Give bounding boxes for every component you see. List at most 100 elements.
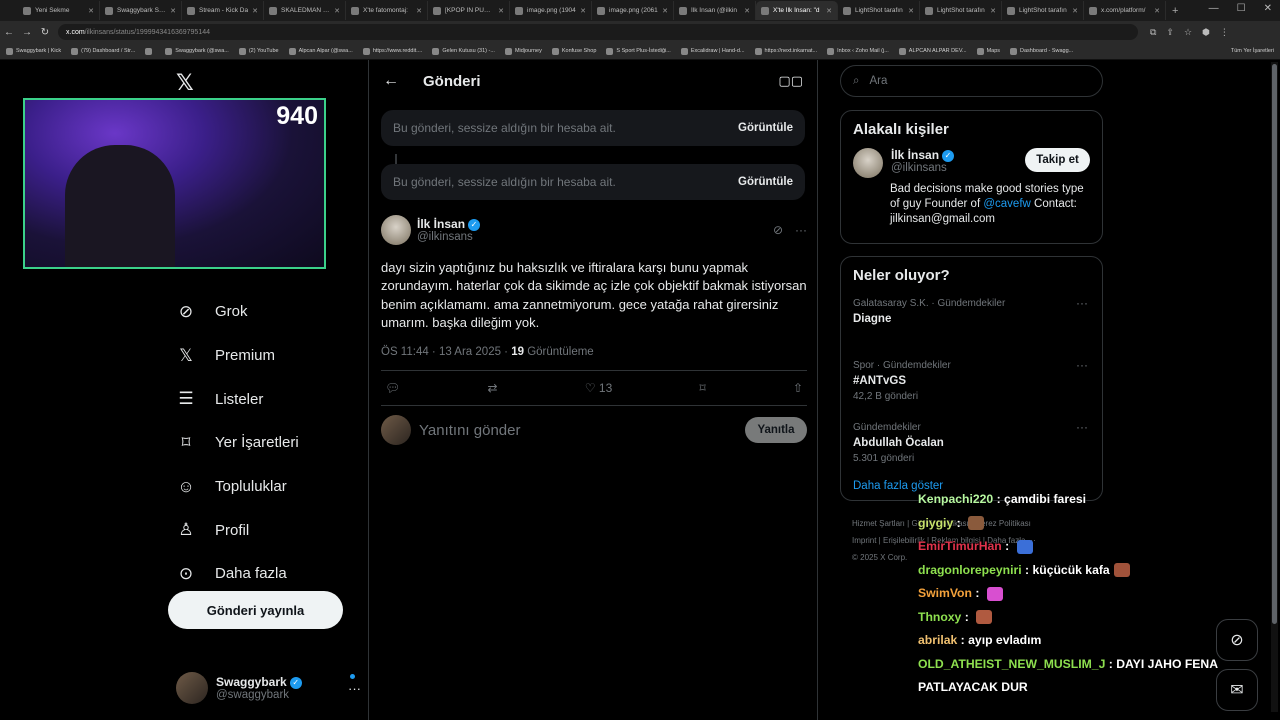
share-icon[interactable]: ⇪ xyxy=(1166,27,1174,38)
scrollbar-thumb[interactable] xyxy=(1272,64,1277,624)
bookmark-item[interactable]: Excalidraw | Hand-d... xyxy=(680,47,745,55)
bookmark-item[interactable]: Midjourney xyxy=(504,47,542,55)
close-tab-icon[interactable]: ✕ xyxy=(170,7,176,15)
back-nav-icon[interactable]: ← xyxy=(0,27,18,38)
bookmark-item[interactable] xyxy=(145,47,155,55)
close-tab-icon[interactable]: ✕ xyxy=(908,7,914,15)
bookmark-item[interactable]: Swaggybark | Kick xyxy=(6,47,61,55)
bio-link[interactable]: @cavefw xyxy=(983,198,1030,210)
browser-tab[interactable]: LightShot tarafın ✕ xyxy=(1002,1,1084,20)
bookmark-item[interactable]: Gelen Kutusu (31) -... xyxy=(432,47,495,55)
maximize-icon[interactable]: ☐ xyxy=(1237,3,1246,14)
reply-input[interactable]: Yanıtını gönder xyxy=(419,422,520,439)
close-tab-icon[interactable]: ✕ xyxy=(88,7,94,15)
close-tab-icon[interactable]: ✕ xyxy=(1072,7,1078,15)
browser-tab[interactable]: X'te İlk İnsan: "d ✕ xyxy=(756,1,838,20)
search-input[interactable]: ⌕ Ara xyxy=(840,65,1103,97)
grok-fab-icon[interactable]: ⊘ xyxy=(1216,619,1258,661)
account-switcher[interactable]: Swaggybark ✓ @swaggybark ··· xyxy=(176,670,361,706)
all-bookmarks-link[interactable]: Tüm Yer İşaretleri xyxy=(1231,48,1274,54)
x-logo-icon[interactable]: 𝕏 xyxy=(176,70,194,96)
bookmark-item[interactable]: Inbox ‹ Zoho Mail (j... xyxy=(827,47,889,55)
browser-tab[interactable]: İlk İnsan (@ilkin ✕ xyxy=(674,1,756,20)
view-button[interactable]: Görüntüle xyxy=(738,122,793,134)
related-handle[interactable]: @ilkinsans xyxy=(891,162,954,174)
address-bar[interactable]: x.com/ilkinsans/status/19999434163697951… xyxy=(58,24,1138,40)
tweet-author-handle[interactable]: @ilkinsans xyxy=(417,231,480,243)
more-dots-icon[interactable]: ··· xyxy=(348,681,361,696)
post-button[interactable]: Gönderi yayınla xyxy=(168,591,343,629)
browser-tab[interactable]: LightShot tarafın ✕ xyxy=(838,1,920,20)
trend-item[interactable]: Galatasaray S.K. · Gündemdekiler Diagne ··… xyxy=(841,290,1102,352)
avatar[interactable] xyxy=(381,215,411,245)
bookmark-item[interactable]: Alpcan Alpar (@swa... xyxy=(288,47,353,55)
grok-icon[interactable]: ⊘ xyxy=(773,223,783,237)
nav-item-grok[interactable]: ⊘ Grok xyxy=(175,290,365,334)
tweet-time[interactable]: ÖS 11:44 · 13 Ara 2025 · xyxy=(381,346,508,358)
bookmark-icon[interactable]: ⌑ xyxy=(700,381,706,395)
tweet-author-name[interactable]: İlk İnsan xyxy=(417,217,465,231)
trend-item[interactable]: Gündemdekiler Abdullah Öcalan 5.301 gönder… xyxy=(841,414,1102,476)
close-tab-icon[interactable]: ✕ xyxy=(1154,7,1160,15)
close-tab-icon[interactable]: ✕ xyxy=(662,7,668,15)
new-tab-icon[interactable]: + xyxy=(1172,5,1178,17)
follow-button[interactable]: Takip et xyxy=(1025,148,1090,172)
close-tab-icon[interactable]: ✕ xyxy=(416,7,422,15)
star-icon[interactable]: ☆ xyxy=(1184,27,1192,38)
reload-icon[interactable]: ↻ xyxy=(36,27,54,38)
forward-nav-icon[interactable]: → xyxy=(18,27,36,38)
bookmark-item[interactable]: Maps xyxy=(976,47,1000,55)
bookmark-item[interactable]: Swaggybark (@swa... xyxy=(165,47,229,55)
view-button[interactable]: Görüntüle xyxy=(738,176,793,188)
avatar[interactable] xyxy=(853,148,883,178)
bookmark-item[interactable]: (2) YouTube xyxy=(238,47,279,55)
browser-tab[interactable]: SKALEDMAN (@ ✕ xyxy=(264,1,346,20)
browser-tab[interactable]: X'te fatomontaj: ✕ xyxy=(346,1,428,20)
browser-tab[interactable]: LightShot tarafın ✕ xyxy=(920,1,1002,20)
bookmark-item[interactable]: ALPCAN ALPAR DEV... xyxy=(898,47,967,55)
browser-tab[interactable]: Yeni Sekme ✕ xyxy=(18,1,100,20)
bookmark-item[interactable]: Konfuse Shop xyxy=(551,47,596,55)
bookmark-item[interactable]: https://next.inkarnat... xyxy=(754,47,817,55)
nav-item-yer-i̇şaretleri[interactable]: ⌑ Yer İşaretleri xyxy=(175,421,365,465)
more-dots-icon[interactable]: ··· xyxy=(1076,358,1088,372)
bookmark-item[interactable]: (79) Dashboard / Str... xyxy=(71,47,135,55)
close-tab-icon[interactable]: ✕ xyxy=(990,7,996,15)
trend-item[interactable]: Spor · Gündemdekiler #ANTvGS 42,2 B gönder… xyxy=(841,352,1102,414)
like-icon[interactable]: ♡ xyxy=(585,381,596,395)
close-tab-icon[interactable]: ✕ xyxy=(252,7,258,15)
bookmark-item[interactable]: Dashboard - Swagg... xyxy=(1010,47,1073,55)
nav-item-listeler[interactable]: ☰ Listeler xyxy=(175,377,365,421)
extension-icon[interactable]: ⬢ xyxy=(1202,27,1210,38)
close-tab-icon[interactable]: ✕ xyxy=(498,7,504,15)
close-tab-icon[interactable]: ✕ xyxy=(826,7,832,15)
profile-menu-icon[interactable]: ⋮ xyxy=(1220,27,1229,38)
minimize-icon[interactable]: — xyxy=(1209,3,1219,14)
more-dots-icon[interactable]: ··· xyxy=(1076,420,1088,434)
more-dots-icon[interactable]: ··· xyxy=(1076,296,1088,310)
reply-icon[interactable]: 💬︎ xyxy=(385,381,400,395)
footer-link[interactable]: Hizmet Şartları xyxy=(852,519,905,528)
browser-tab[interactable]: Swaggybark Stre ✕ xyxy=(100,1,182,20)
nav-item-topluluklar[interactable]: ☺ Topluluklar xyxy=(175,465,365,509)
browser-tab[interactable]: Stream - Kick Da ✕ xyxy=(182,1,264,20)
reply-button[interactable]: Yanıtla xyxy=(745,417,807,444)
close-tab-icon[interactable]: ✕ xyxy=(334,7,340,15)
browser-tab[interactable]: image.png (1904 ✕ xyxy=(510,1,592,20)
nav-item-premium[interactable]: 𝕏 Premium xyxy=(175,334,365,378)
cast-icon[interactable]: ⧉ xyxy=(1150,27,1156,38)
more-dots-icon[interactable]: ··· xyxy=(795,223,807,237)
bookmark-item[interactable]: S Sport Plus-İstediği... xyxy=(606,47,671,55)
footer-link[interactable]: Imprint xyxy=(852,536,876,545)
retweet-icon[interactable]: ⇄ xyxy=(487,381,497,395)
messages-fab-icon[interactable]: ✉ xyxy=(1216,669,1258,711)
bookmark-item[interactable]: https://www.reddit.... xyxy=(362,47,422,55)
back-arrow-icon[interactable]: ← xyxy=(383,72,399,90)
reader-mode-icon[interactable]: ▢▢ xyxy=(778,73,803,89)
share-icon[interactable]: ⇧ xyxy=(793,381,803,395)
close-tab-icon[interactable]: ✕ xyxy=(580,7,586,15)
nav-item-daha-fazla[interactable]: ⊙ Daha fazla xyxy=(175,552,365,596)
related-name[interactable]: İlk İnsan xyxy=(891,148,939,162)
browser-tab[interactable]: image.png (2061 ✕ xyxy=(592,1,674,20)
nav-item-profil[interactable]: ♙ Profil xyxy=(175,508,365,552)
